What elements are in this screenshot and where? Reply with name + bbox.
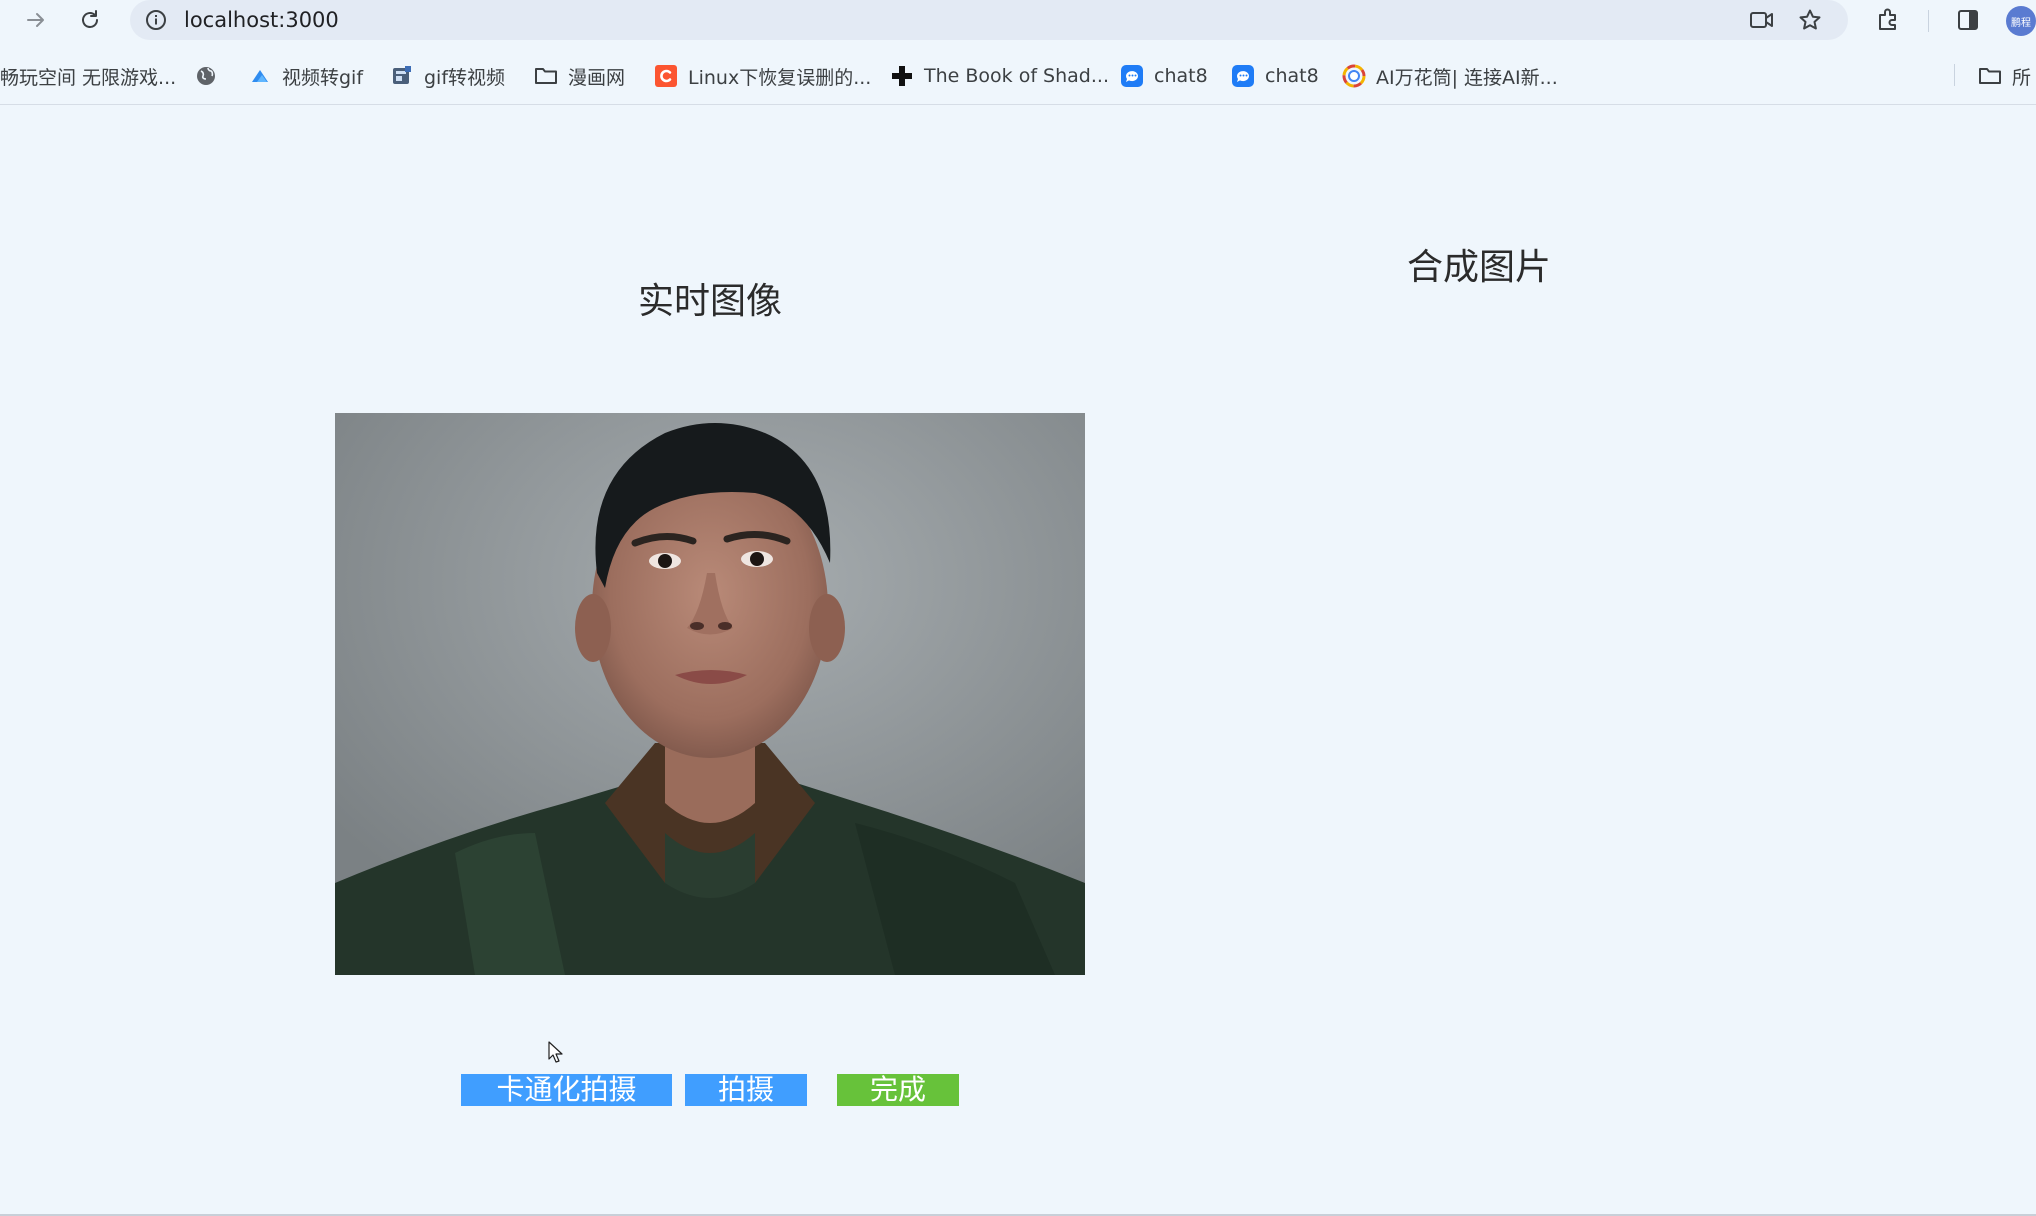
bookmark-item[interactable]: chat8 <box>1231 62 1319 90</box>
mouse-cursor-icon <box>548 1041 563 1063</box>
folder-icon <box>534 64 558 88</box>
chat-icon <box>1231 64 1255 88</box>
bookmark-label: chat8 <box>1154 65 1208 87</box>
forward-button[interactable] <box>20 4 52 36</box>
bookmark-star-icon[interactable] <box>1796 6 1824 34</box>
bookmark-label: 视频转gif <box>282 66 364 89</box>
chat-icon <box>1120 64 1144 88</box>
bookmark-item[interactable]: 所 <box>1978 62 2031 90</box>
bookmarks-divider <box>0 104 2036 105</box>
extensions-icon[interactable] <box>1874 6 1902 34</box>
bookmark-item[interactable]: The Book of Shad... <box>890 62 1109 90</box>
bookmark-label: chat8 <box>1265 65 1319 87</box>
reload-button[interactable] <box>74 4 106 36</box>
video-camera-icon[interactable] <box>1748 6 1776 34</box>
arrow-right-icon <box>27 13 44 27</box>
done-button[interactable]: 完成 <box>837 1074 959 1106</box>
bookmarks-bar: 畅玩空间 无限游戏... 视频转gif gif转视频 漫画网 Linux下恢复误… <box>0 54 2036 98</box>
browser-toolbar: localhost:3000 鹏程 <box>0 0 2036 40</box>
app-icon <box>390 64 414 88</box>
bookmark-label: Linux下恢复误删的... <box>688 66 872 89</box>
folder-icon <box>1978 64 2002 88</box>
bookmark-item[interactable]: 漫画网 <box>534 62 625 90</box>
live-camera-feed <box>335 413 1085 975</box>
bookmark-label: 畅玩空间 无限游戏... <box>0 66 177 89</box>
bookmark-label: AI万花筒| 连接AI新... <box>1376 66 1558 89</box>
bookmark-item[interactable]: 畅玩空间 无限游戏... <box>0 62 176 90</box>
cartoon-capture-button[interactable]: 卡通化拍摄 <box>461 1074 672 1106</box>
cloud-icon <box>248 64 272 88</box>
bookmark-item[interactable] <box>194 62 228 90</box>
profile-avatar[interactable]: 鹏程 <box>2006 6 2036 36</box>
cross-icon <box>890 64 914 88</box>
bookmark-item[interactable]: Linux下恢复误删的... <box>654 62 871 90</box>
side-panel-icon[interactable] <box>1954 6 1982 34</box>
bookmark-item[interactable]: gif转视频 <box>390 62 505 90</box>
bookmark-label: 所 <box>2012 66 2032 89</box>
capture-button[interactable]: 拍摄 <box>685 1074 807 1106</box>
globe-icon <box>194 64 218 88</box>
toolbar-separator <box>1928 10 1929 32</box>
bookmark-label: gif转视频 <box>424 66 506 89</box>
bookmark-item[interactable]: chat8 <box>1120 62 1208 90</box>
reload-icon <box>82 10 98 28</box>
bookmark-item[interactable]: AI万花筒| 连接AI新... <box>1342 62 1558 90</box>
bookmark-item[interactable]: 视频转gif <box>248 62 363 90</box>
bookmark-label: 漫画网 <box>568 66 626 89</box>
live-image-title: 实时图像 <box>638 281 783 322</box>
composite-image-title: 合成图片 <box>1407 247 1552 288</box>
csdn-icon <box>654 64 678 88</box>
site-info-icon[interactable] <box>144 8 168 32</box>
webcam-person-image <box>335 413 1085 975</box>
url-text[interactable]: localhost:3000 <box>184 8 339 32</box>
bookmarks-separator <box>1954 64 1955 86</box>
kaleidoscope-icon <box>1342 64 1366 88</box>
address-bar[interactable]: localhost:3000 <box>130 0 1848 40</box>
bookmark-label: The Book of Shad... <box>924 65 1109 87</box>
